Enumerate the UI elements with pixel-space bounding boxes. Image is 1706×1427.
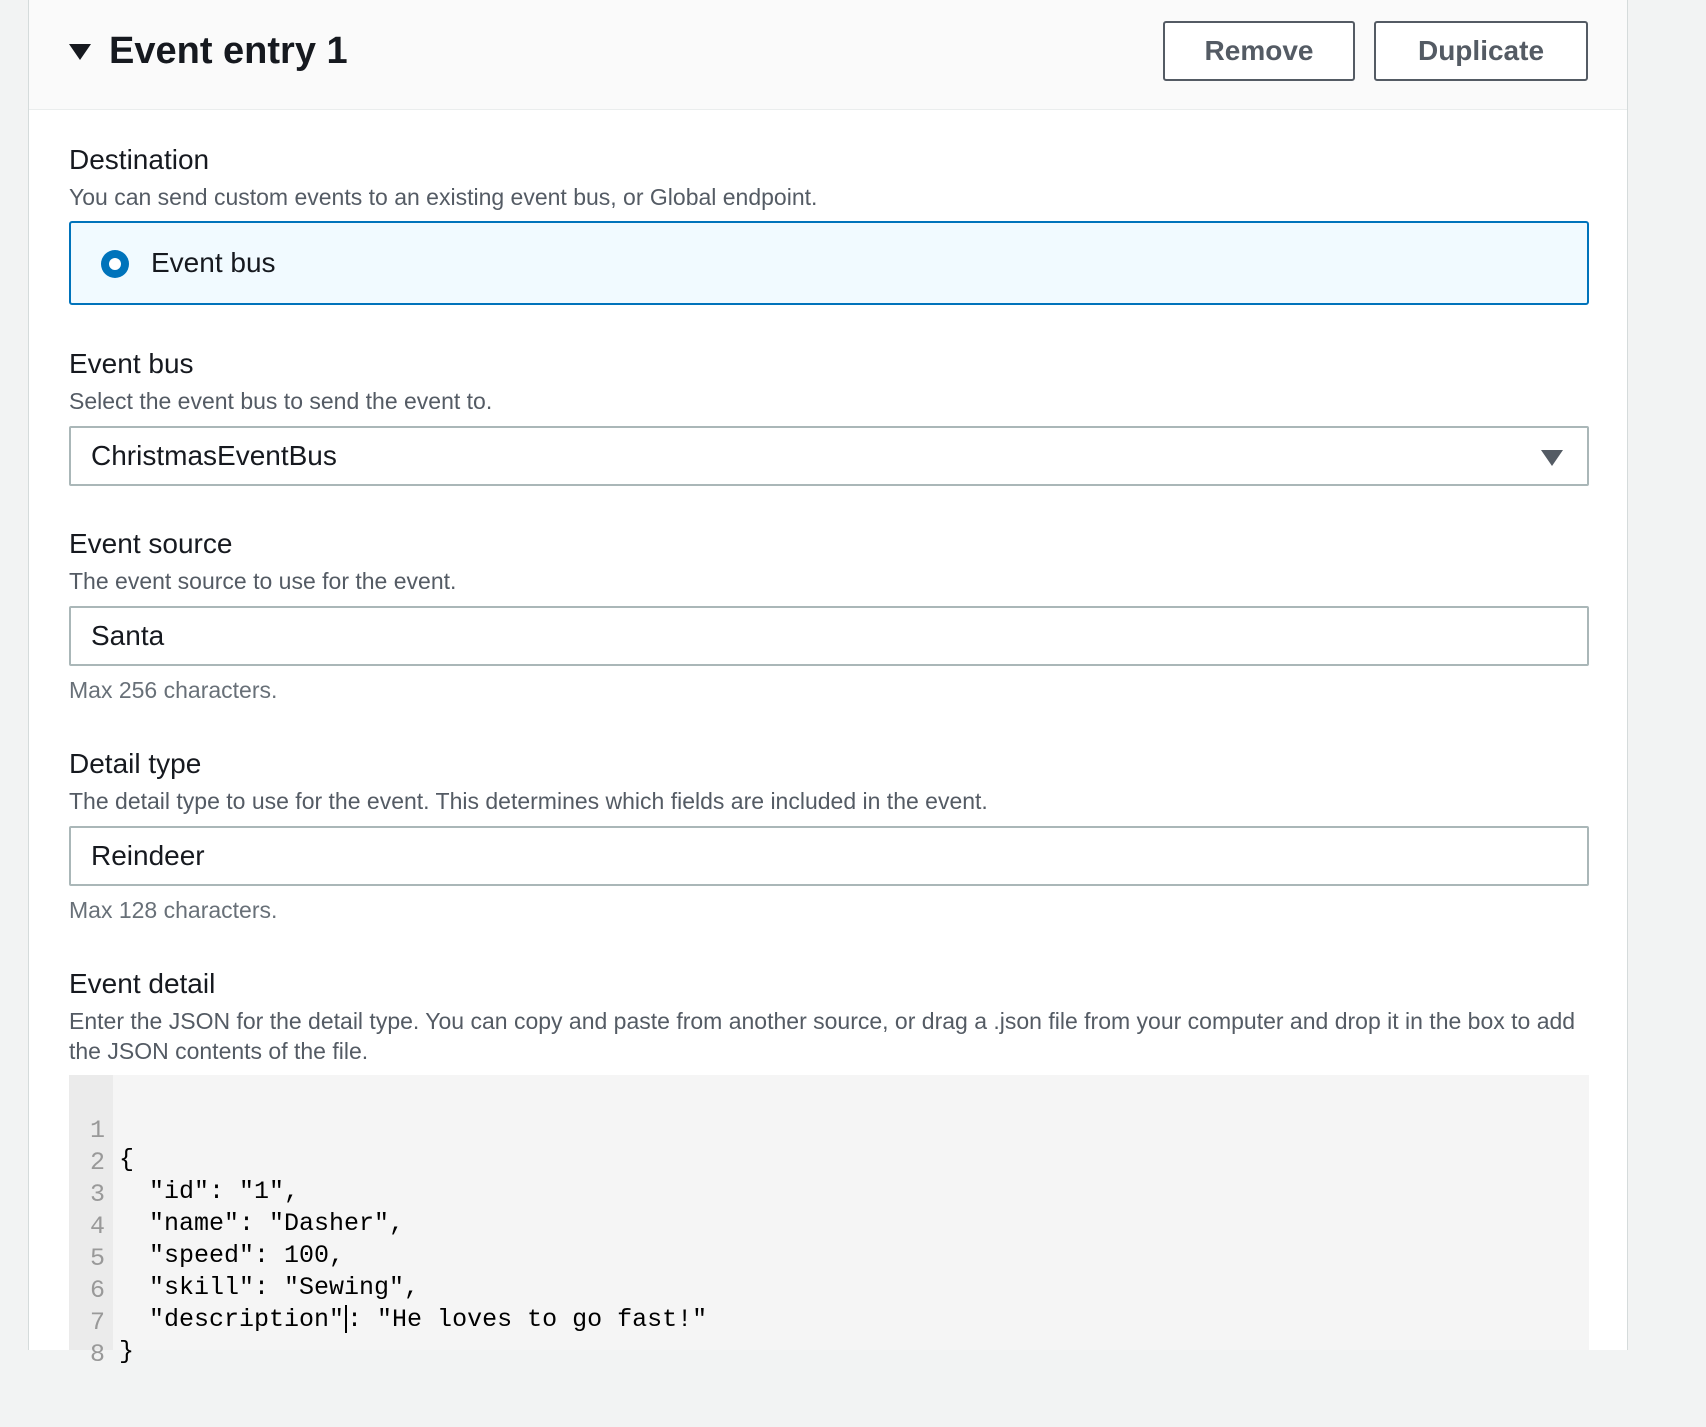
detail-type-constraint: Max 128 characters. [69, 897, 278, 923]
event-source-constraint: Max 256 characters. [69, 677, 278, 703]
event-source-input[interactable]: Santa [69, 606, 1589, 666]
remove-button[interactable]: Remove [1163, 21, 1355, 81]
event-entry-panel: Event entry 1 Remove Duplicate Destinati… [28, 0, 1628, 1369]
event-source-description: The event source to use for the event. [69, 568, 457, 594]
event-detail-description: Enter the JSON for the detail type. You … [69, 1008, 1576, 1064]
event-detail-label: Event detail [69, 968, 216, 999]
dropdown-arrow-icon[interactable] [1541, 450, 1563, 466]
event-source-label: Event source [69, 528, 233, 559]
detail-type-value: Reindeer [91, 840, 205, 871]
json-code-editor[interactable]: 1 { 2 "id": "1", 3 "name": "Dasher", 4 "… [69, 1075, 1589, 1369]
code-line: 1 { [69, 1087, 159, 1174]
detail-type-description: The detail type to use for the event. Th… [69, 788, 988, 814]
code-text: "skill": "Sewing", [119, 1273, 420, 1302]
destination-description: You can send custom events to an existin… [69, 184, 818, 210]
event-source-value: Santa [91, 620, 165, 651]
event-bus-select-value: ChristmasEventBus [91, 440, 337, 471]
event-bus-label: Event bus [69, 348, 194, 379]
destination-field: Destination You can send custom events t… [69, 144, 1589, 212]
detail-type-input[interactable]: Reindeer [69, 826, 1589, 886]
code-line: 2 "id": "1", [69, 1119, 299, 1206]
code-line: 4 "speed": 100, [69, 1183, 344, 1270]
code-text-after-cursor: : "He loves to go fast!" [347, 1305, 708, 1334]
radio-selected-icon[interactable] [101, 250, 129, 278]
code-text: "name": "Dasher", [119, 1209, 405, 1238]
event-entry-title[interactable]: Event entry 1 [109, 30, 348, 73]
code-line: 3 "name": "Dasher", [69, 1151, 404, 1238]
event-bus-radio-label[interactable]: Event bus [151, 247, 276, 279]
detail-type-label: Detail type [69, 748, 202, 779]
detail-type-field: Detail type The detail type to use for t… [69, 748, 1589, 816]
event-bus-description: Select the event bus to send the event t… [69, 388, 493, 414]
event-bus-select[interactable]: ChristmasEventBus [69, 426, 1589, 486]
line-number: 8 [89, 1340, 105, 1369]
code-line: 5 "skill": "Sewing", [69, 1215, 419, 1302]
code-text: "description": "He loves to go fast!" [119, 1305, 707, 1334]
event-bus-radio-tile[interactable]: Event bus [69, 221, 1589, 305]
code-line: 8 [69, 1311, 159, 1369]
code-line: 6 "description": "He loves to go fast!" [69, 1247, 707, 1334]
destination-label: Destination [69, 144, 210, 175]
event-source-field: Event source The event source to use for… [69, 528, 1589, 596]
event-detail-field: Event detail Enter the JSON for the deta… [69, 968, 1589, 1066]
event-entry-header: Event entry 1 Remove Duplicate [29, 0, 1627, 110]
event-bus-field: Event bus Select the event bus to send t… [69, 348, 1589, 416]
code-line: 7 } [69, 1279, 159, 1366]
duplicate-button[interactable]: Duplicate [1374, 21, 1588, 81]
caret-down-icon[interactable] [69, 44, 91, 60]
